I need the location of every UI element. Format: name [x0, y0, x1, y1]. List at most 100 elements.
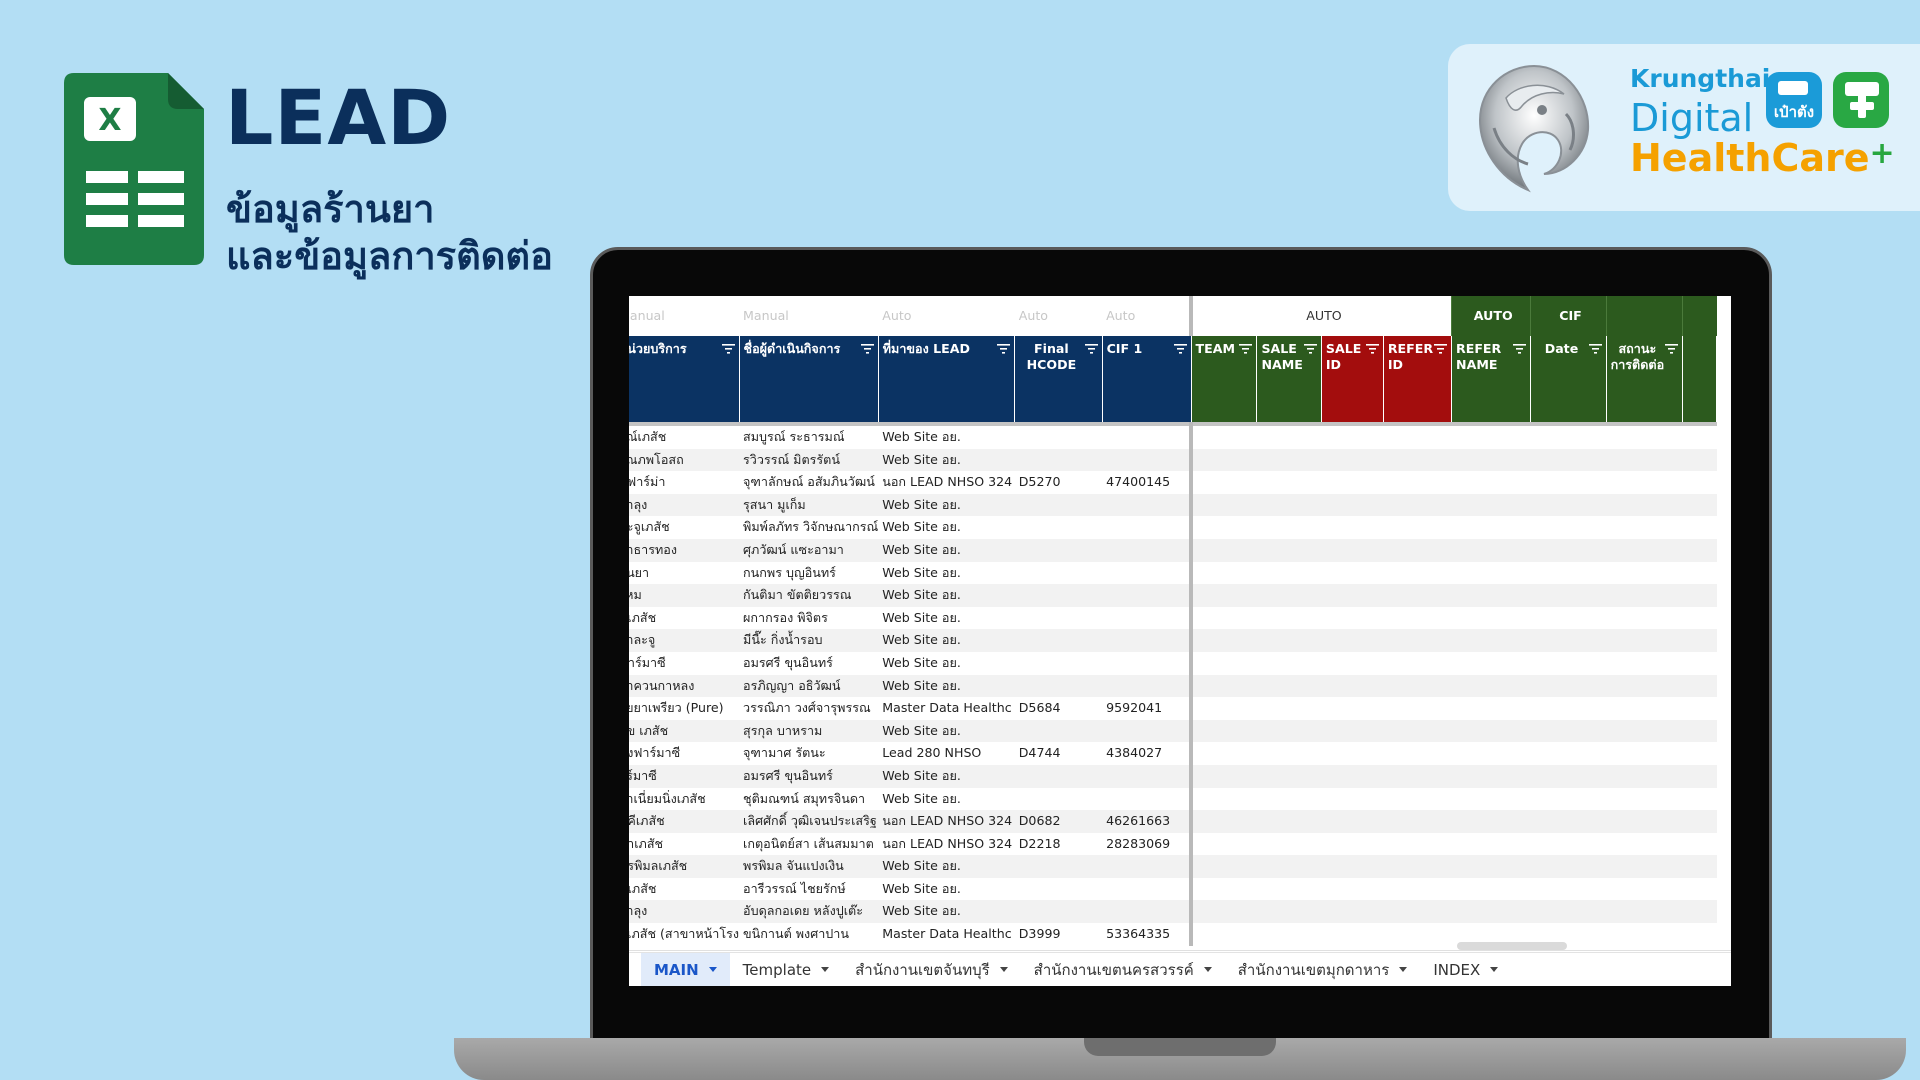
table-cell[interactable] [1383, 900, 1452, 924]
table-cell[interactable] [1191, 810, 1257, 833]
table-cell[interactable] [1531, 788, 1606, 811]
table-cell[interactable] [1606, 697, 1683, 720]
table-cell[interactable]: พี่ฟาร์ม่า [629, 471, 739, 494]
table-cell[interactable]: ขนิกานต์ พงศาปาน [739, 923, 878, 946]
table-cell[interactable] [1321, 562, 1383, 585]
table-cell[interactable] [1530, 448, 1607, 472]
table-cell[interactable]: อารีวรรณ์ ไชยรักษ์ [739, 878, 878, 901]
table-cell[interactable] [1383, 810, 1452, 833]
table-cell[interactable] [1014, 719, 1103, 743]
table-cell[interactable] [1014, 764, 1103, 788]
table-cell[interactable] [1321, 629, 1384, 652]
table-cell[interactable]: กันติมา ขัตติยวรรณ [739, 584, 879, 607]
table-cell[interactable] [1451, 493, 1531, 517]
table-cell[interactable] [1191, 493, 1257, 517]
table-cell[interactable] [1606, 833, 1683, 856]
table-cell[interactable] [1191, 900, 1257, 924]
filter-icon[interactable] [997, 344, 1011, 354]
table-cell[interactable]: มีนี๊ะ กิ่งน้ำรอบ [739, 629, 879, 652]
table-cell[interactable] [1256, 674, 1322, 698]
table-cell[interactable]: ชุติมณฑน์ สมุทรจินดา [739, 788, 878, 811]
table-cell[interactable] [1191, 742, 1257, 765]
table-cell[interactable] [1321, 788, 1383, 811]
table-cell[interactable] [1257, 424, 1321, 449]
table-cell[interactable] [1015, 562, 1102, 585]
filter-icon[interactable] [721, 344, 735, 354]
table-cell[interactable] [1606, 719, 1683, 743]
table-cell[interactable]: D4744 [1015, 742, 1102, 765]
table-cell[interactable] [1102, 719, 1193, 743]
table-cell[interactable]: นอก LEAD NHSO 324 [878, 810, 1015, 833]
table-cell[interactable]: ฟาร์มาซี [629, 652, 739, 675]
table-cell[interactable]: Web Site อย. [878, 448, 1015, 472]
table-cell[interactable] [1383, 493, 1452, 517]
table-cell[interactable] [1191, 584, 1257, 607]
table-cell[interactable] [1683, 562, 1717, 585]
table-cell[interactable]: Master Data Healthc [878, 923, 1014, 946]
table-cell[interactable] [1530, 629, 1607, 652]
table-cell[interactable] [1257, 742, 1321, 765]
table-cell[interactable] [1452, 562, 1531, 585]
table-cell[interactable] [1531, 607, 1606, 630]
table-cell[interactable] [1321, 538, 1384, 562]
table-cell[interactable] [1191, 697, 1257, 720]
table-cell[interactable] [1014, 629, 1103, 652]
table-cell[interactable] [1257, 562, 1321, 585]
table-cell[interactable] [1451, 538, 1531, 562]
table-cell[interactable] [1383, 629, 1452, 652]
dropdown-arrow-icon[interactable] [1203, 967, 1212, 972]
table-cell[interactable]: Web Site อย. [878, 607, 1014, 630]
table-cell[interactable] [1015, 424, 1102, 449]
table-cell[interactable] [1383, 764, 1452, 788]
filter-icon[interactable] [1084, 344, 1098, 354]
table-cell[interactable] [1451, 448, 1531, 472]
sheet-tab[interactable]: INDEX [1420, 953, 1511, 987]
table-cell[interactable] [1530, 719, 1607, 743]
table-cell[interactable] [1606, 742, 1683, 765]
table-cell[interactable] [1191, 674, 1257, 698]
table-cell[interactable] [1606, 493, 1683, 517]
table-cell[interactable] [1451, 855, 1531, 878]
table-cell[interactable] [1531, 652, 1606, 675]
table-cell[interactable] [1015, 516, 1102, 539]
table-cell[interactable] [1531, 471, 1606, 494]
filter-icon[interactable] [1434, 344, 1448, 354]
table-cell[interactable] [1321, 923, 1383, 946]
column-header[interactable]: CIF 1 [1102, 336, 1192, 424]
table-cell[interactable] [1682, 810, 1717, 833]
table-cell[interactable] [1257, 471, 1321, 494]
table-cell[interactable] [1452, 788, 1531, 811]
table-cell[interactable]: เกตุอนิตย์สา เส้นสมมาต [739, 833, 878, 856]
dropdown-arrow-icon[interactable] [821, 967, 830, 972]
table-cell[interactable] [1606, 855, 1683, 878]
table-cell[interactable] [1383, 448, 1452, 472]
table-cell[interactable] [1451, 629, 1531, 652]
table-cell[interactable] [1531, 562, 1606, 585]
table-cell[interactable] [1683, 923, 1717, 946]
table-cell[interactable]: ภูเภสัช [629, 607, 739, 630]
table-cell[interactable] [1383, 607, 1451, 630]
table-cell[interactable] [1102, 448, 1193, 472]
table-cell[interactable] [1682, 764, 1717, 788]
table-cell[interactable] [1383, 584, 1452, 607]
table-cell[interactable] [1383, 516, 1451, 539]
table-cell[interactable] [1191, 471, 1257, 494]
filter-icon[interactable] [1588, 344, 1602, 354]
table-cell[interactable]: D3999 [1015, 923, 1102, 946]
table-cell[interactable]: ละจูเภสัช [629, 516, 739, 539]
table-cell[interactable]: D0682 [1014, 810, 1103, 833]
table-cell[interactable]: อมรศรี ขุนอินทร์ [739, 764, 879, 788]
table-cell[interactable]: Master Data Healthc [878, 697, 1014, 720]
table-cell[interactable] [1531, 516, 1606, 539]
table-cell[interactable] [1531, 697, 1606, 720]
table-cell[interactable] [1606, 584, 1683, 607]
table-cell[interactable] [1102, 900, 1193, 924]
table-cell[interactable]: Web Site อย. [878, 674, 1015, 698]
table-cell[interactable]: ายยาเพรียว (Pure) [629, 697, 739, 720]
table-cell[interactable] [1606, 923, 1683, 946]
table-cell[interactable] [1530, 900, 1607, 924]
table-cell[interactable] [1257, 878, 1321, 901]
table-cell[interactable] [1452, 697, 1531, 720]
table-cell[interactable] [1606, 764, 1683, 788]
table-cell[interactable] [1452, 471, 1531, 494]
